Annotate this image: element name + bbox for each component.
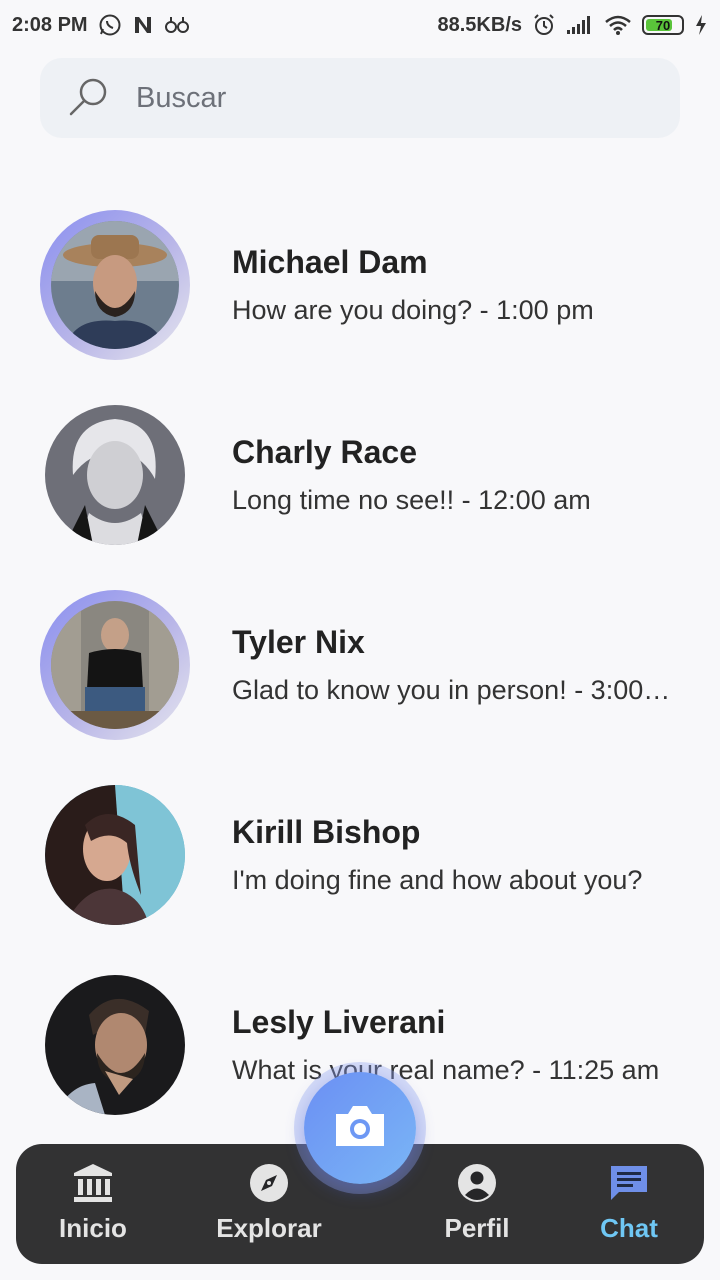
chat-preview: How are you doing? - 1:00 pm [232,295,594,325]
search-input[interactable] [136,81,596,115]
status-time: 2:08 PM [12,13,88,36]
whatsapp-icon [98,13,122,37]
battery-level: 70 [655,17,671,33]
chat-name: Lesly Liverani [232,1004,446,1040]
avatar-wrap[interactable] [40,780,190,930]
nav-item-chat[interactable]: Chat [564,1162,694,1244]
wifi-icon [604,14,632,36]
chat-name: Tyler Nix [232,624,365,660]
chat-item[interactable]: Tyler Nix Glad to know you in person! - … [0,570,720,760]
user-icon [456,1162,498,1209]
chat-item[interactable]: Michael Dam How are you doing? - 1:00 pm [0,190,720,380]
chat-name: Kirill Bishop [232,814,421,850]
avatar-wrap[interactable] [40,400,190,550]
compass-icon [248,1162,290,1209]
chat-item[interactable]: Charly Race Long time no see!! - 12:00 a… [0,380,720,570]
bank-icon [72,1162,114,1209]
charging-icon [694,14,708,36]
status-bar: 2:08 PM 88.5KB/s 70 [0,0,720,50]
avatar [51,221,179,349]
nav-label: Explorar [216,1213,322,1243]
nav-item-explorar[interactable]: Explorar [204,1162,334,1244]
chat-icon [607,1162,651,1209]
chat-preview: What is your real name? - 11:25 am [232,1055,660,1085]
camera-button[interactable] [304,1072,416,1184]
avatar-wrap[interactable] [40,970,190,1120]
net-speed: 88.5KB/s [437,13,523,36]
nav-label: Inicio [59,1213,127,1243]
voicemail-icon [164,15,190,35]
search-bar[interactable] [40,58,680,138]
avatar [51,601,179,729]
chat-preview: Glad to know you in person! - 3:00 pm [232,675,672,705]
nav-item-perfil[interactable]: Perfil [412,1162,542,1244]
avatar [45,785,185,925]
avatar [45,975,185,1115]
chat-item[interactable]: Kirill Bishop I'm doing fine and how abo… [0,760,720,950]
avatar-story-ring[interactable] [40,210,190,360]
battery-icon: 70 [642,15,684,35]
signal-icon [566,15,594,35]
search-icon [68,75,110,122]
alarm-icon [532,13,556,37]
chat-name: Charly Race [232,434,417,470]
avatar-story-ring[interactable] [40,590,190,740]
nav-item-inicio[interactable]: Inicio [28,1162,158,1244]
n-icon [132,14,154,36]
chat-name: Michael Dam [232,244,428,280]
nav-label: Perfil [444,1213,510,1243]
chat-preview: I'm doing fine and how about you? [232,865,643,895]
chat-list: Michael Dam How are you doing? - 1:00 pm… [0,190,720,1140]
chat-preview: Long time no see!! - 12:00 am [232,485,591,515]
avatar [45,405,185,545]
nav-label: Chat [600,1213,658,1243]
camera-icon [332,1102,388,1155]
